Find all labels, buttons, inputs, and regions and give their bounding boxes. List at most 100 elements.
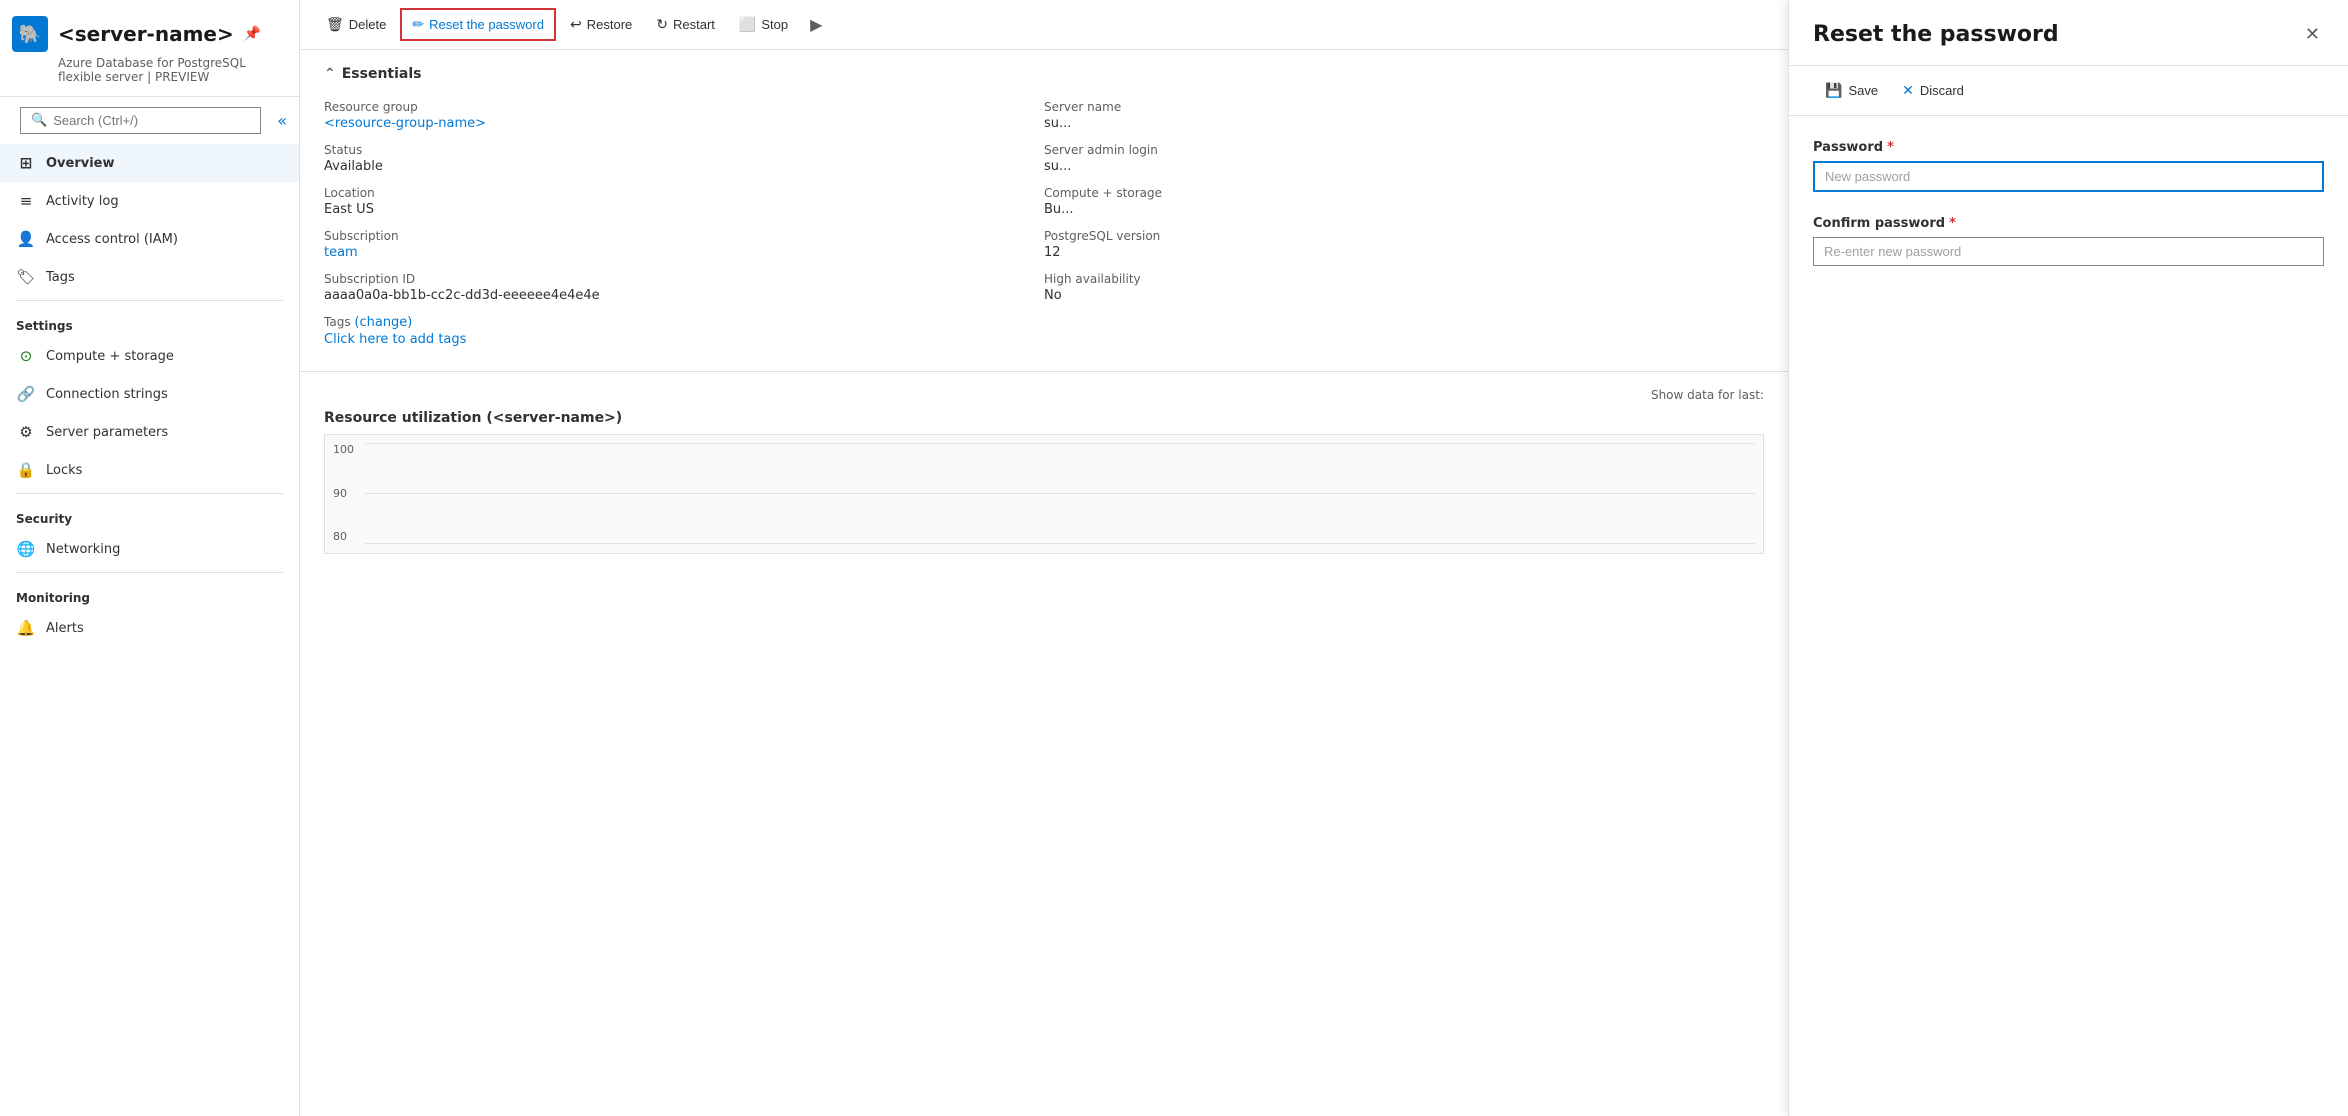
stop-button[interactable]: ⬜ Stop: [729, 10, 798, 39]
chart-label-100: 100: [333, 443, 354, 456]
security-divider: [16, 493, 283, 494]
sidebar-item-label: Access control (IAM): [46, 232, 178, 247]
reset-password-icon: ✏: [412, 16, 424, 33]
sidebar-item-label: Alerts: [46, 621, 84, 636]
restart-button[interactable]: ↻ Restart: [646, 10, 725, 39]
connection-strings-icon: 🔗: [16, 384, 36, 404]
password-input[interactable]: [1813, 161, 2324, 192]
essentials-pg-version-label: PostgreSQL version: [1044, 229, 1764, 243]
reset-password-label: Reset the password: [429, 17, 544, 32]
sidebar-item-tags[interactable]: 🏷 Tags: [0, 258, 299, 296]
delete-label: Delete: [349, 17, 387, 32]
sidebar: 🐘 <server-name> 📌 Azure Database for Pos…: [0, 0, 300, 1116]
main-content: 🗑 Delete ✏ Reset the password ↩ Restore …: [300, 0, 1788, 1116]
admin-login-value: su...: [1044, 159, 1764, 174]
networking-icon: 🌐: [16, 539, 36, 559]
confirm-password-input[interactable]: [1813, 237, 2324, 266]
status-value: Available: [324, 159, 1044, 174]
panel-title: Reset the password: [1813, 22, 2059, 47]
settings-divider: [16, 300, 283, 301]
sidebar-item-alerts[interactable]: 🔔 Alerts: [0, 609, 299, 647]
essentials-tags: Tags (change) Click here to add tags: [324, 311, 1044, 355]
pg-version-value: 12: [1044, 245, 1764, 260]
essentials-subscription-id-label: Subscription ID: [324, 272, 1044, 286]
sidebar-item-server-parameters[interactable]: ⚙ Server parameters: [0, 413, 299, 451]
chart-line-90: [365, 493, 1755, 494]
stop-icon: ⬜: [739, 16, 756, 33]
sidebar-item-networking[interactable]: 🌐 Networking: [0, 530, 299, 568]
show-data-row: Show data for last:: [324, 388, 1764, 402]
search-input[interactable]: [53, 113, 250, 128]
show-data-label: Show data for last:: [1651, 388, 1764, 402]
resource-utilization-title: Resource utilization (<server-name>): [324, 410, 1764, 426]
sidebar-item-access-control[interactable]: 👤 Access control (IAM): [0, 220, 299, 258]
toolbar: 🗑 Delete ✏ Reset the password ↩ Restore …: [300, 0, 1788, 50]
ha-value: No: [1044, 288, 1764, 303]
monitoring-section-label: Monitoring: [0, 577, 299, 609]
chart-label-80: 80: [333, 530, 354, 543]
resource-utilization-section: Show data for last: Resource utilization…: [300, 372, 1788, 570]
subscription-value[interactable]: team: [324, 245, 1044, 260]
delete-icon: 🗑: [326, 16, 344, 33]
sidebar-item-label: Tags: [46, 270, 75, 285]
chart-label-90: 90: [333, 487, 354, 500]
stop-label: Stop: [761, 17, 788, 32]
essentials-location-label: Location: [324, 186, 1044, 200]
essentials-compute-storage: Compute + storage Bu...: [1044, 182, 1764, 225]
confirm-required-star: *: [1949, 216, 1956, 231]
restore-icon: ↩: [570, 16, 582, 33]
essentials-admin-login: Server admin login su...: [1044, 139, 1764, 182]
alerts-icon: 🔔: [16, 618, 36, 638]
sidebar-item-locks[interactable]: 🔒 Locks: [0, 451, 299, 489]
essentials-pg-version: PostgreSQL version 12: [1044, 225, 1764, 268]
sidebar-item-label: Activity log: [46, 194, 119, 209]
content-area: ⌃ Essentials Resource group <resource-gr…: [300, 50, 1788, 1116]
essentials-resource-group: Resource group <resource-group-name>: [324, 96, 1044, 139]
discard-button[interactable]: ✕ Discard: [1890, 76, 1976, 105]
essentials-compute-storage-label: Compute + storage: [1044, 186, 1764, 200]
right-panel: Reset the password ✕ 💾 Save ✕ Discard Pa…: [1788, 0, 2348, 1116]
collapse-button[interactable]: «: [273, 111, 291, 130]
overview-icon: ⊞: [16, 153, 36, 173]
server-name: <server-name>: [58, 22, 234, 46]
sidebar-item-compute-storage[interactable]: ⊙ Compute + storage: [0, 337, 299, 375]
panel-header: Reset the password ✕: [1789, 0, 2348, 66]
save-button[interactable]: 💾 Save: [1813, 76, 1890, 105]
tags-add-link[interactable]: Click here to add tags: [324, 332, 1044, 347]
essentials-section: ⌃ Essentials Resource group <resource-gr…: [300, 50, 1788, 372]
essentials-server-name-right: Server name su...: [1044, 96, 1764, 139]
server-subtitle: Azure Database for PostgreSQL flexible s…: [58, 56, 287, 84]
discard-icon: ✕: [1902, 82, 1914, 99]
sidebar-item-overview[interactable]: ⊞ Overview: [0, 144, 299, 182]
server-icon: 🐘: [12, 16, 48, 52]
more-button[interactable]: ▶: [802, 9, 830, 41]
password-label: Password *: [1813, 140, 2324, 155]
monitoring-divider: [16, 572, 283, 573]
search-box[interactable]: 🔍: [20, 107, 261, 134]
chart-line-80: [365, 543, 1755, 544]
server-parameters-icon: ⚙: [16, 422, 36, 442]
delete-button[interactable]: 🗑 Delete: [316, 10, 396, 39]
reset-password-button[interactable]: ✏ Reset the password: [400, 8, 556, 41]
restart-label: Restart: [673, 17, 715, 32]
chart-area: 100 90 80: [324, 434, 1764, 554]
panel-close-button[interactable]: ✕: [2301, 20, 2324, 49]
sidebar-item-connection-strings[interactable]: 🔗 Connection strings: [0, 375, 299, 413]
discard-label: Discard: [1920, 83, 1964, 98]
tags-change-link[interactable]: (change): [354, 315, 412, 330]
locks-icon: 🔒: [16, 460, 36, 480]
essentials-title: Essentials: [342, 66, 422, 82]
chart-lines: [365, 443, 1755, 543]
essentials-status: Status Available: [324, 139, 1044, 182]
restore-button[interactable]: ↩ Restore: [560, 10, 642, 39]
essentials-grid: Resource group <resource-group-name> Ser…: [324, 96, 1764, 355]
chart-line-100: [365, 443, 1755, 444]
restart-icon: ↻: [656, 16, 668, 33]
security-section-label: Security: [0, 498, 299, 530]
pin-icon[interactable]: 📌: [244, 26, 261, 42]
sidebar-item-activity-log[interactable]: ≡ Activity log: [0, 182, 299, 220]
resource-group-value[interactable]: <resource-group-name>: [324, 116, 1044, 131]
essentials-server-name-label: Server name: [1044, 100, 1764, 114]
sidebar-item-label: Overview: [46, 156, 115, 171]
location-value: East US: [324, 202, 1044, 217]
